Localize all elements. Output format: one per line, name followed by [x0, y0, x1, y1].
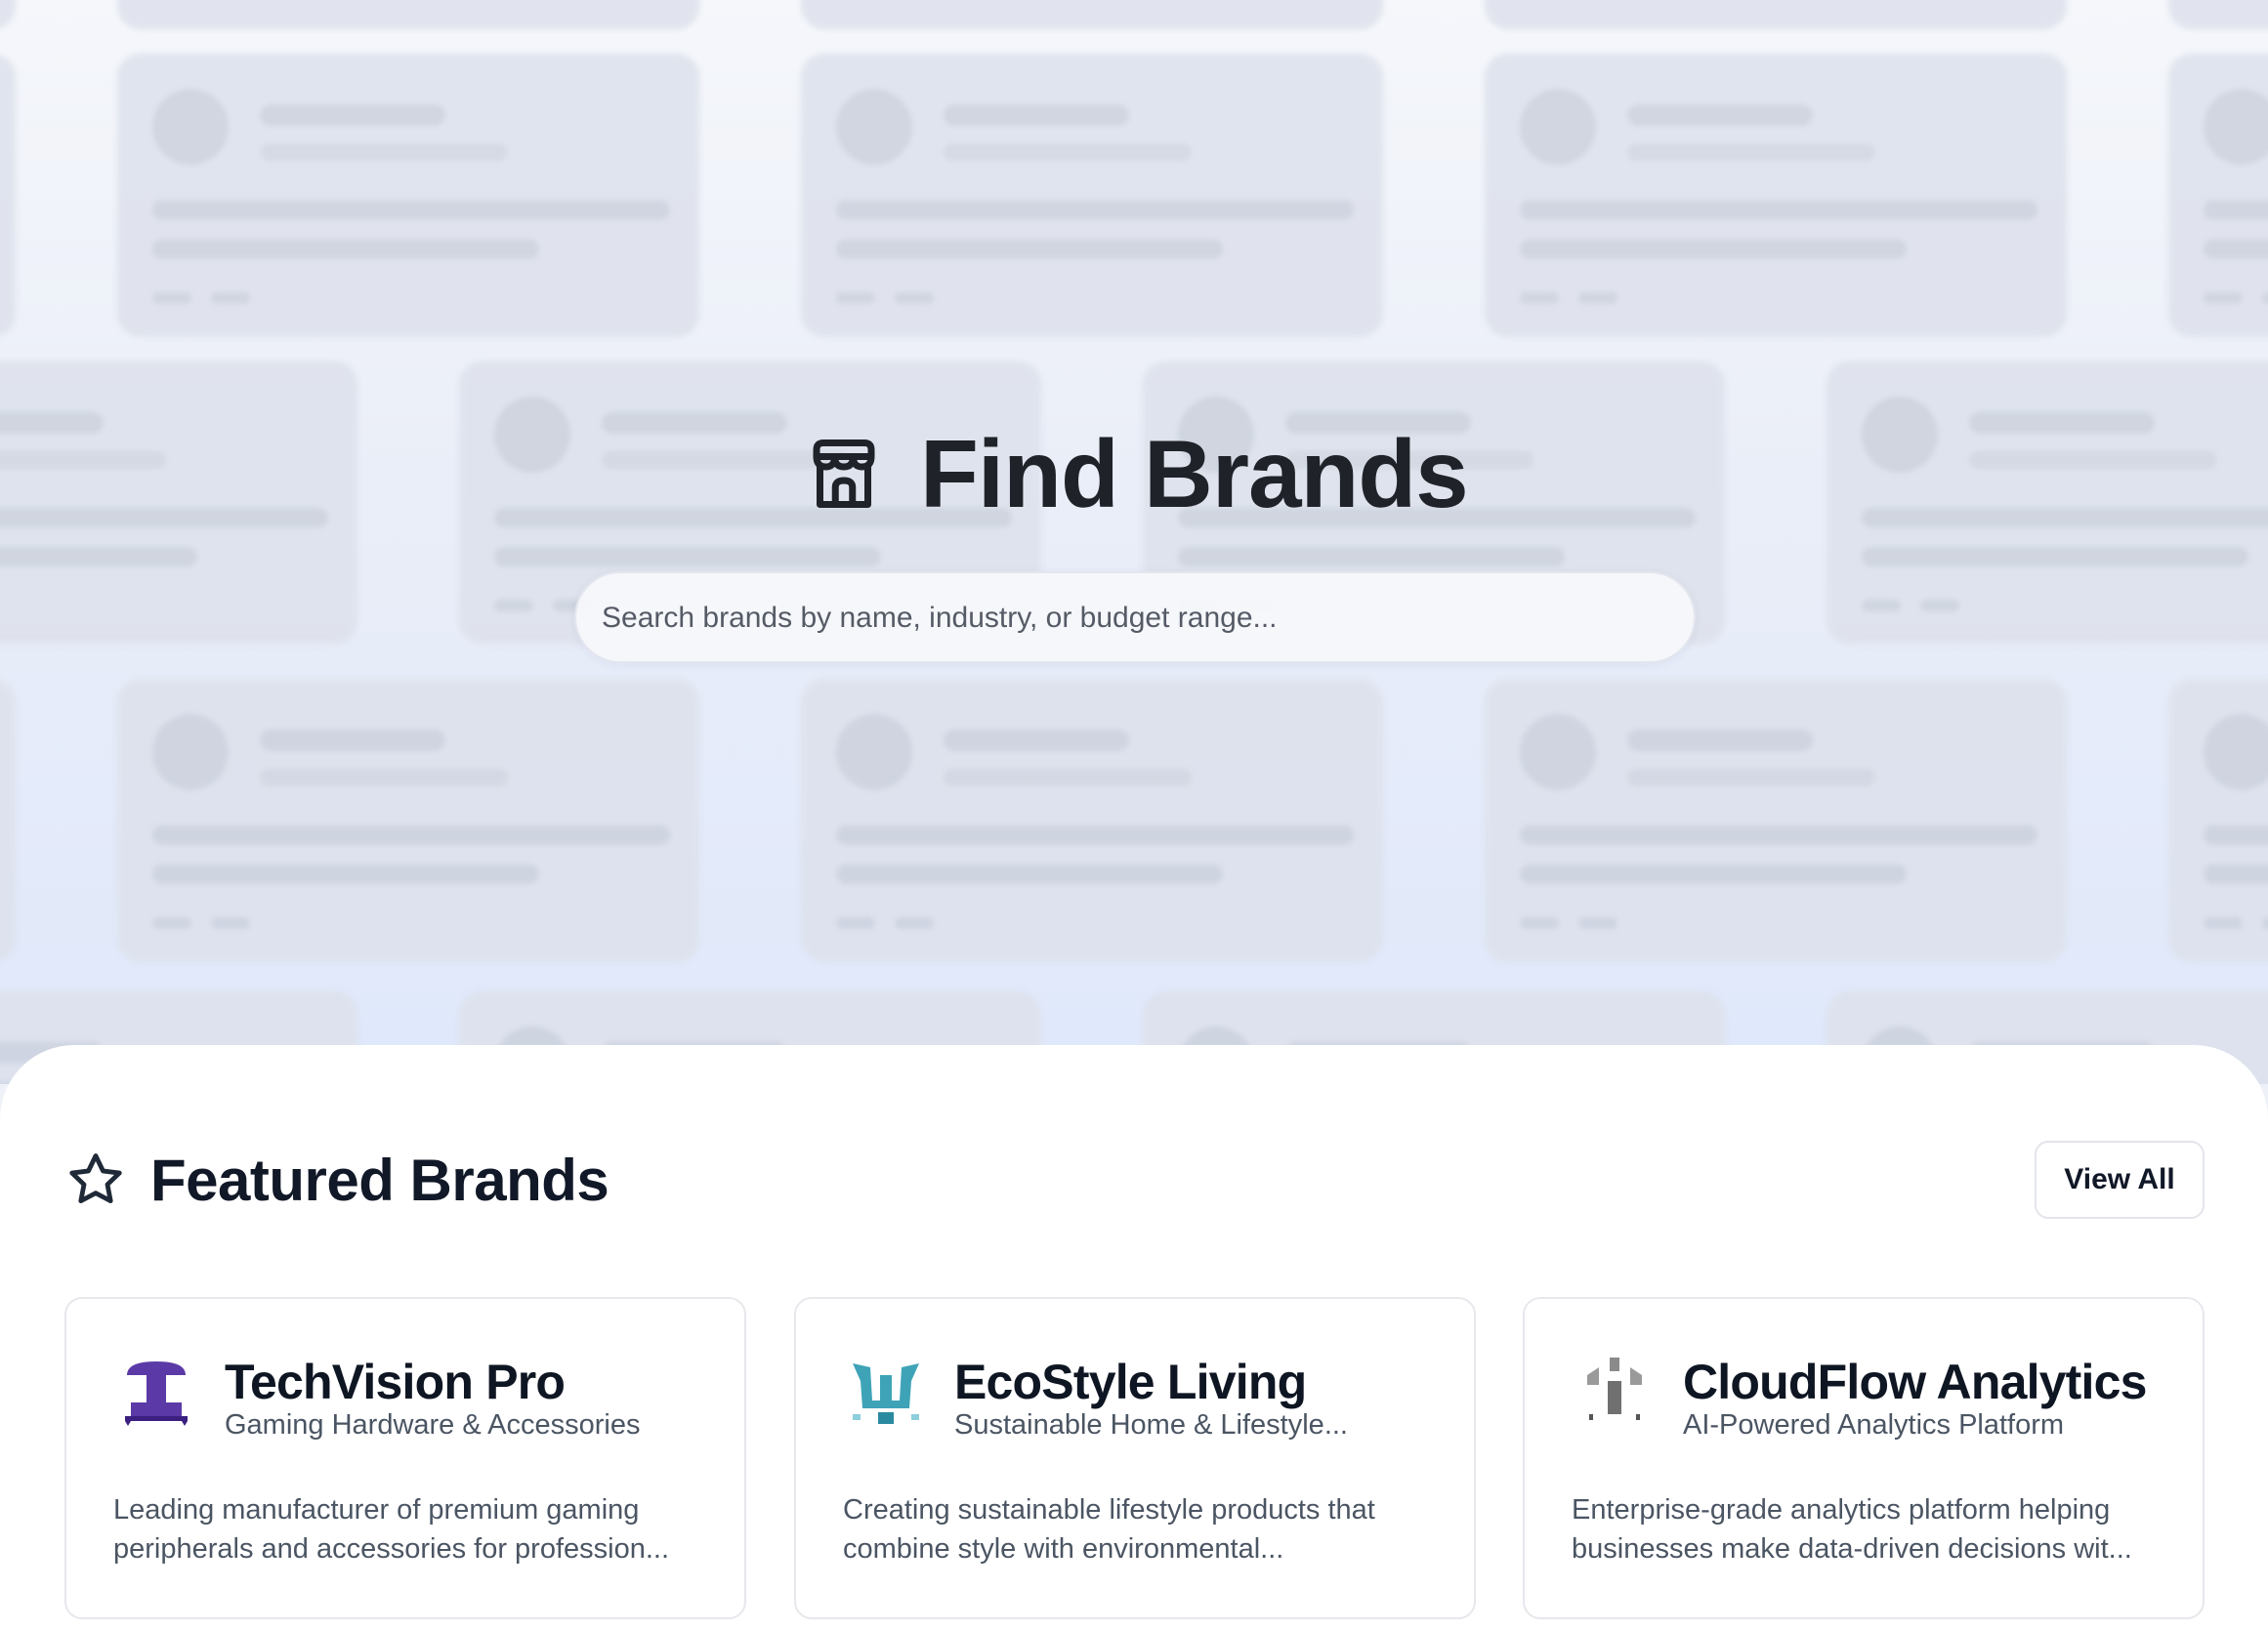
store-icon [813, 439, 875, 508]
view-all-button[interactable]: View All [2035, 1141, 2205, 1219]
brand-category: Gaming Hardware & Accessories [225, 1409, 641, 1441]
brand-description: Leading manufacturer of premium gaming p… [113, 1494, 670, 1565]
brand-card[interactable]: EcoStyle Living Sustainable Home & Lifes… [794, 1297, 1476, 1619]
techvision-logo-icon [125, 1361, 188, 1426]
skeleton-card [2168, 54, 2268, 337]
cloudflow-logo-icon [1587, 1358, 1642, 1420]
skeleton-card [117, 0, 699, 29]
brand-description: Enterprise-grade analytics platform help… [1572, 1494, 2132, 1565]
brand-category: AI-Powered Analytics Platform [1683, 1409, 2065, 1441]
brand-card[interactable]: CloudFlow Analytics AI-Powered Analytics… [1523, 1297, 2205, 1619]
ecostyle-logo-icon [853, 1363, 919, 1424]
skeleton-card [0, 54, 16, 337]
page-title: Find Brands [920, 420, 1469, 527]
brand-search-input[interactable] [600, 573, 1668, 663]
hero-section: Find Brands [0, 0, 2268, 1084]
brand-card[interactable]: TechVision Pro Gaming Hardware & Accesso… [64, 1297, 746, 1619]
skeleton-card [2168, 0, 2268, 29]
skeleton-card [1827, 361, 2268, 645]
skeleton-card [0, 361, 357, 645]
skeleton-card [801, 0, 1383, 29]
skeleton-card [1485, 0, 2067, 29]
search-bar[interactable] [574, 571, 1696, 663]
brand-name: EcoStyle Living [954, 1355, 1307, 1409]
brand-category: Sustainable Home & Lifestyle... [954, 1409, 1348, 1441]
skeleton-card [0, 679, 16, 962]
star-icon [69, 1153, 122, 1203]
skeleton-card [801, 679, 1383, 962]
skeleton-background [0, 0, 2268, 1084]
skeleton-card [801, 54, 1383, 337]
skeleton-card [0, 0, 16, 29]
skeleton-card [117, 679, 699, 962]
skeleton-card [1485, 679, 2067, 962]
hero-heading: Find Brands [803, 420, 1469, 527]
brand-description: Creating sustainable lifestyle products … [843, 1494, 1375, 1565]
skeleton-card [2168, 679, 2268, 962]
featured-title: Featured Brands [150, 1147, 609, 1213]
skeleton-card [1485, 54, 2067, 337]
featured-header: Featured Brands [64, 1145, 609, 1215]
skeleton-card [117, 54, 699, 337]
brand-name: CloudFlow Analytics [1683, 1355, 2147, 1409]
brand-name: TechVision Pro [225, 1355, 566, 1409]
